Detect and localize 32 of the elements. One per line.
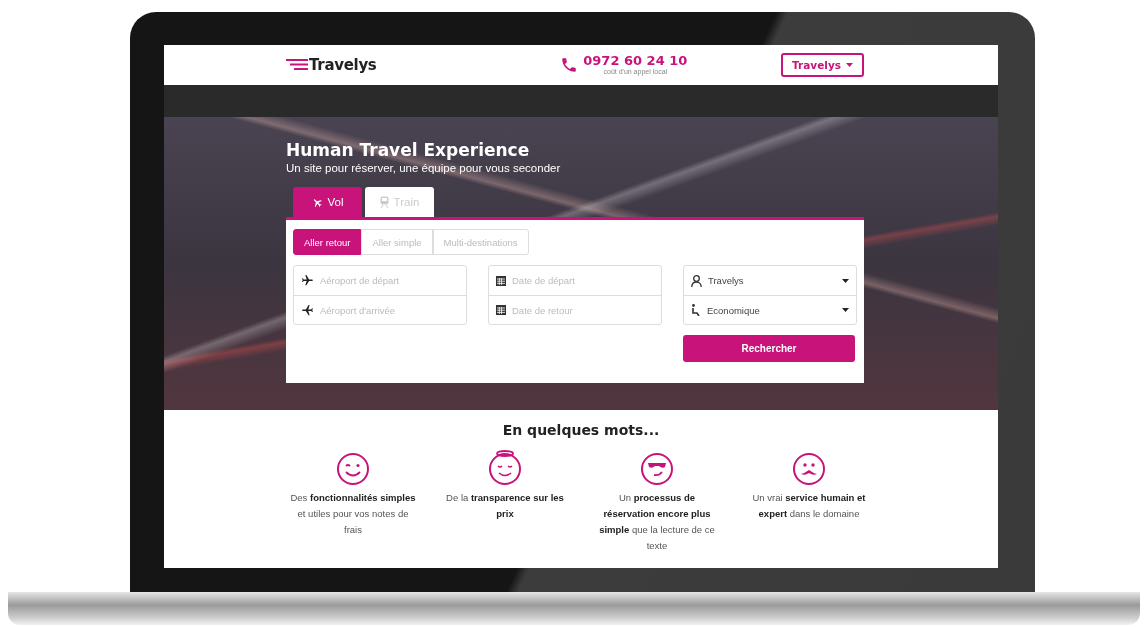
calendar-icon: [496, 275, 506, 286]
caret-icon: [846, 63, 853, 67]
halo-face-icon: [488, 450, 522, 486]
calendar-icon: [496, 305, 506, 315]
phone-number-link[interactable]: 0972 60 24 10: [583, 54, 688, 68]
select-field[interactable]: Economique: [684, 295, 856, 324]
feature-description: De la transparence sur les prix: [445, 491, 565, 521]
speed-lines-icon: [286, 59, 308, 71]
feature-description: Un processus de réservation encore plus simple que la lecture de ce texte: [598, 491, 716, 553]
caret-icon: [842, 278, 849, 283]
transport-tab[interactable]: Vol: [293, 187, 362, 217]
search-button[interactable]: Rechercher: [683, 335, 855, 362]
trip-type-tab[interactable]: Aller retour: [293, 229, 362, 255]
phone-icon: [560, 55, 579, 75]
winking-face-icon: [336, 450, 370, 486]
section-title: En quelques mots...: [502, 422, 660, 438]
select-field[interactable]: Travelys: [684, 266, 856, 295]
feature-description: Des fonctionnalités simples et utiles pour vos notes de frais: [289, 491, 417, 537]
mustache-face-icon: [792, 450, 826, 486]
account-dropdown-button[interactable]: Travelys: [781, 53, 864, 77]
seated-person-icon: [691, 304, 701, 316]
person-icon: [691, 274, 702, 287]
plane-icon: [301, 303, 314, 317]
feature-description: Un vrai service humain et expert dans le domaine: [751, 491, 867, 521]
train-icon: [379, 196, 389, 208]
caret-icon: [842, 308, 849, 312]
plane-icon: [311, 196, 323, 208]
hero-title: Human Travel Experience: [286, 139, 531, 161]
sunglasses-face-icon: [640, 450, 674, 486]
plane-icon: [301, 274, 314, 287]
logo-link[interactable]: Travelys: [286, 56, 377, 74]
hero-subtitle: Un site pour réserver, une équipe pour vous seconder: [286, 162, 562, 174]
